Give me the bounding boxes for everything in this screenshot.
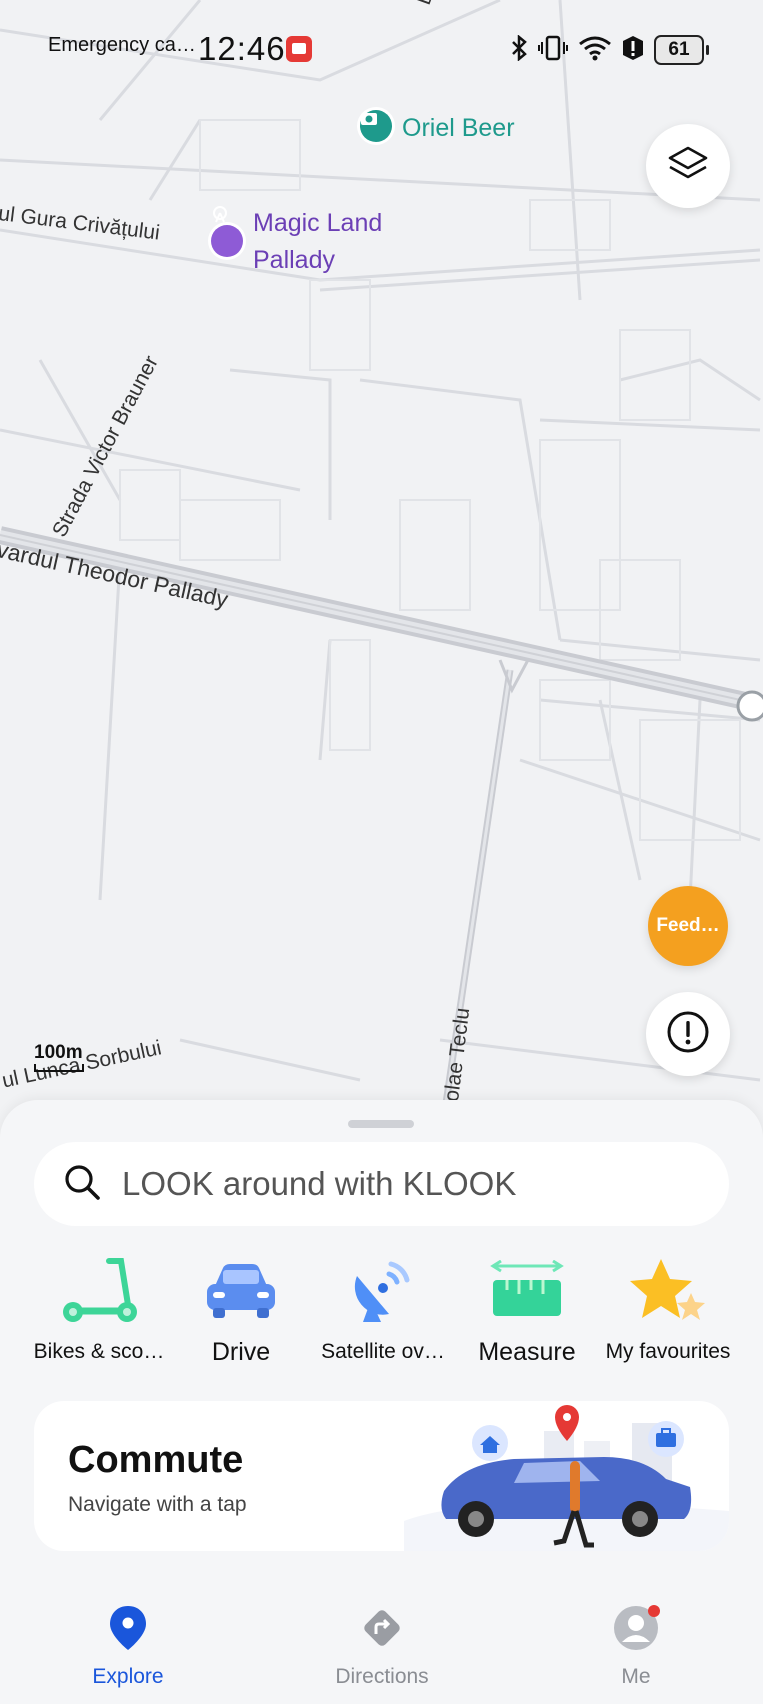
star-icon [593,1250,743,1330]
tool-drive[interactable]: Drive [166,1250,316,1367]
nav-label: Directions [335,1665,429,1688]
poi-label: Oriel Beer [402,114,515,142]
ruler-icon [452,1250,602,1330]
map-scale-bar [34,1064,84,1072]
wifi-icon [578,35,612,66]
exclamation-icon [666,1010,710,1059]
carrier-label: Emergency ca… [48,34,196,56]
tool-label: Drive [211,1338,271,1366]
directions-icon [358,1610,406,1656]
tool-label: My favourites [605,1340,731,1363]
tool-label: Bikes & sco… [33,1340,165,1363]
notification-app-icon [286,36,312,62]
tool-measure[interactable]: Measure [452,1250,602,1367]
quick-tools: Bikes & sco… Drive Satellite ov… Measure… [0,1250,763,1380]
tool-label: Measure [478,1338,576,1366]
tool-favourites[interactable]: My favourites [593,1250,743,1364]
nav-me[interactable]: Me [556,1604,716,1689]
tool-satellite[interactable]: Satellite ov… [308,1250,458,1364]
vibrate-icon [538,35,568,66]
tool-bikes-scooters[interactable]: Bikes & sco… [24,1250,174,1364]
alert-icon [622,35,644,66]
poi-label: Magic Land [253,209,383,237]
bluetooth-icon [510,33,528,66]
tool-label: Satellite ov… [321,1340,445,1363]
map-scale-label: 100m [34,1042,83,1063]
nav-label: Me [621,1665,651,1688]
profile-icon [612,1604,660,1657]
feedback-button[interactable]: Feed… [648,886,728,966]
layers-icon [667,145,709,188]
report-issue-button[interactable] [646,992,730,1076]
commute-car-illustration [404,1405,729,1551]
search-placeholder: LOOK around with KLOOK [122,1165,517,1202]
commute-subtitle: Navigate with a tap [68,1493,247,1516]
camera-icon [360,110,392,142]
map-layers-button[interactable] [646,124,730,208]
amusement-park-icon [211,206,243,257]
satellite-icon [308,1250,458,1330]
battery-indicator: 61 [654,35,709,65]
poi-oriel-beer[interactable]: Oriel Beer [360,110,515,147]
nav-explore[interactable]: Explore [48,1604,208,1689]
commute-title: Commute [68,1439,244,1481]
car-icon [166,1250,316,1330]
poi-magic-land[interactable]: Magic Land Pallady [211,205,382,279]
nav-label: Explore [92,1665,164,1688]
status-bar: Emergency ca… 12:46 61 [0,0,763,100]
bottom-navigation: Explore Directions Me [0,1588,763,1704]
search-bar[interactable]: LOOK around with KLOOK [34,1142,729,1226]
sheet-drag-handle[interactable] [348,1120,414,1128]
scooter-icon [24,1250,174,1330]
commute-card[interactable]: Commute Navigate with a tap [34,1401,729,1551]
search-icon [62,1162,102,1207]
nav-directions[interactable]: Directions [302,1604,462,1689]
location-pin-icon [107,1606,149,1656]
poi-label: Pallady [253,246,335,274]
clock: 12:46 [198,30,286,67]
